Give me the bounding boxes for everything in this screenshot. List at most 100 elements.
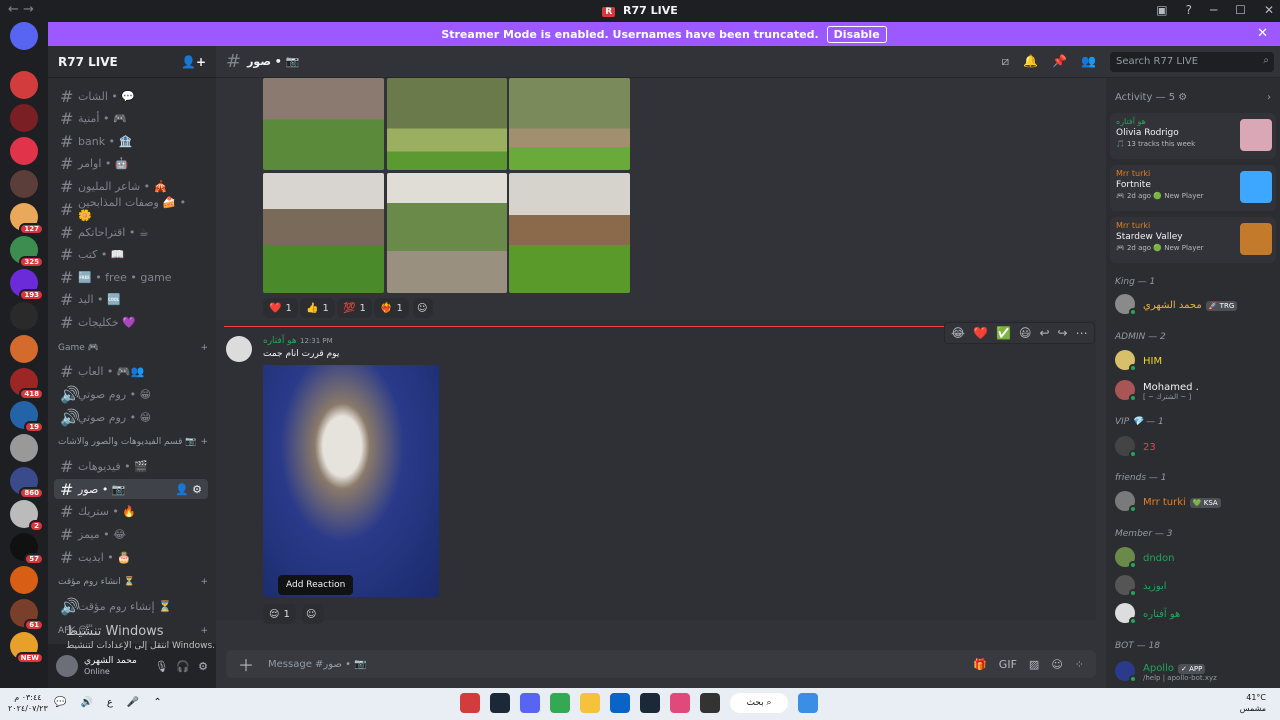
volume-icon[interactable]: 🔊 — [80, 697, 92, 708]
app-icon[interactable] — [460, 693, 480, 713]
server-icon[interactable] — [10, 302, 38, 330]
server-icon[interactable] — [10, 566, 38, 594]
gif-icon[interactable]: GIF — [999, 658, 1017, 671]
sticker-icon[interactable]: ▨ — [1029, 658, 1039, 671]
channel-item[interactable]: # الشات • 💬 — [54, 86, 208, 106]
server-icon[interactable]: NEW — [10, 632, 44, 664]
server-icon[interactable] — [10, 71, 38, 99]
windows-start-icon[interactable] — [798, 693, 818, 713]
message-input[interactable]: Message #صور • 📷 — [268, 659, 367, 670]
channel-item[interactable]: 🔊 إنشاء روم مؤقت ⏳ — [54, 596, 208, 616]
bell-icon[interactable]: 🔔 — [1023, 54, 1038, 69]
channel-settings-icon[interactable]: 👤 ⚙ — [175, 483, 202, 496]
discord-home-icon[interactable] — [10, 22, 38, 50]
language-indicator[interactable]: ع — [107, 697, 113, 708]
member-item[interactable]: Mohamed .[ ~ الشترك ~ ] — [1115, 379, 1199, 402]
channel-item[interactable]: # أمنية • 🎮 — [54, 108, 208, 128]
attachment-image[interactable] — [509, 78, 630, 170]
channel-item[interactable]: # اوامر • 🤖 — [54, 153, 208, 173]
activity-card[interactable]: Mrr turki Stardew Valley 🎮 2d ago 🟢 New Pl… — [1110, 217, 1276, 263]
close-icon[interactable]: ✕ — [1257, 26, 1268, 41]
server-icon[interactable]: 57 — [10, 533, 44, 565]
attachment-image[interactable] — [387, 78, 507, 170]
server-icon[interactable]: 127 — [10, 203, 44, 235]
apps-icon[interactable]: ⁘ — [1075, 658, 1084, 671]
more-icon[interactable]: ⋯ — [1076, 326, 1088, 340]
add-channel-icon[interactable]: + — [200, 577, 208, 587]
add-channel-icon[interactable]: + — [200, 343, 208, 353]
channel-item[interactable]: # وصفات المذابحين 🍰 • 🌼 — [54, 196, 208, 222]
close-window-button[interactable]: ✕ — [1264, 3, 1274, 17]
member-item[interactable]: 23 — [1115, 436, 1156, 458]
chrome-icon[interactable] — [550, 693, 570, 713]
avatar[interactable] — [56, 655, 78, 677]
channel-item[interactable]: # خكليجات 💜 — [54, 312, 208, 332]
channel-item[interactable]: 🔊 روم صوتي • 😁 — [54, 407, 208, 427]
message-author[interactable]: هو آفتاره — [263, 336, 297, 346]
microphone-icon[interactable]: 🎙 — [154, 660, 168, 673]
server-icon[interactable] — [10, 104, 38, 132]
attachment-image[interactable] — [509, 173, 630, 293]
gift-icon[interactable]: 🎁 — [973, 658, 987, 671]
cat-photo-attachment[interactable] — [263, 365, 439, 597]
activity-header[interactable]: Activity — 5 ⚙ › — [1115, 92, 1271, 103]
store-icon[interactable] — [610, 693, 630, 713]
quick-react-heart-icon[interactable]: ❤️ — [973, 326, 988, 340]
maximize-button[interactable]: ☐ — [1235, 3, 1246, 17]
member-item[interactable]: Mrr turki 💚 KSA — [1115, 491, 1221, 513]
add-member-icon[interactable]: 👤+ — [181, 55, 206, 69]
discord-icon[interactable] — [520, 693, 540, 713]
inbox-icon[interactable]: ▣ — [1156, 3, 1167, 17]
plus-icon[interactable]: ＋ — [238, 652, 254, 676]
server-icon[interactable]: 325 — [10, 236, 44, 268]
guild-header[interactable]: R77 LIVE 👤+ — [48, 46, 216, 78]
disable-button[interactable]: Disable — [826, 25, 887, 43]
weather-widget[interactable]: 41°C مشمس — [1240, 692, 1266, 714]
channel-category[interactable]: Game 🎮 + — [58, 343, 208, 353]
member-item[interactable]: محمد الشهري 🚀 TRG — [1115, 294, 1238, 316]
channel-item[interactable]: # اقتراحاتكم • ☕ — [54, 222, 208, 242]
server-icon[interactable]: 860 — [10, 467, 44, 499]
reaction-chip[interactable]: ❤️‍🔥 1 — [374, 298, 409, 318]
search-input[interactable]: Search R77 LIVE ⌕ — [1110, 51, 1274, 72]
server-icon[interactable] — [10, 170, 38, 198]
mic-icon[interactable]: 🎤 — [127, 697, 139, 708]
reply-icon[interactable]: ↩ — [1039, 326, 1049, 340]
clock[interactable]: ٠٣:٤٤ م ٢٠٢٤/٠٧/٢٣ — [8, 692, 48, 714]
channel-item[interactable]: # bank • 🏦 — [54, 131, 208, 151]
forward-icon[interactable]: ↪ — [1058, 326, 1068, 340]
file-explorer-icon[interactable] — [580, 693, 600, 713]
channel-item[interactable]: # العاب • 🎮👥 — [54, 361, 208, 381]
member-item[interactable]: ابوزيد — [1115, 575, 1167, 597]
threads-icon[interactable]: ⧄ — [1002, 54, 1010, 69]
headphones-icon[interactable]: 🎧 — [176, 660, 190, 673]
add-reaction-button[interactable]: ☺ — [413, 298, 433, 318]
channel-category[interactable]: قسم الفيديوهات والصور والاشات 📷 + — [58, 437, 208, 447]
server-icon[interactable]: 2 — [10, 500, 44, 532]
emoji-icon[interactable]: ☺ — [1051, 658, 1062, 671]
channel-item[interactable]: # شاعر المليون • 🎪 — [54, 176, 208, 196]
members-icon[interactable]: 👥 — [1081, 54, 1096, 69]
activity-card[interactable]: هو آفتاره Olivia Rodrigo 🎵 13 tracks this … — [1110, 113, 1276, 159]
terminal-icon[interactable] — [700, 693, 720, 713]
channel-item[interactable]: # صور • 📷 👤 ⚙ — [54, 479, 208, 499]
server-icon[interactable]: 19 — [10, 401, 44, 433]
channel-category[interactable]: انشاء روم مؤقت ⏳ + — [58, 577, 208, 587]
snipping-tool-icon[interactable] — [670, 693, 690, 713]
server-icon[interactable] — [10, 335, 38, 363]
member-item[interactable]: HIM — [1115, 350, 1162, 372]
reaction-chip[interactable]: ❤️ 1 — [263, 298, 298, 318]
reaction-chip[interactable]: 😌 1 — [263, 604, 296, 624]
minimize-button[interactable]: ─ — [1210, 3, 1217, 17]
help-icon[interactable]: ? — [1186, 3, 1192, 17]
channel-item[interactable]: # فيديوهات • 🎬 — [54, 456, 208, 476]
steam-icon[interactable] — [640, 693, 660, 713]
channel-item[interactable]: # ايديت • 🎂 — [54, 547, 208, 567]
channel-item[interactable]: 🔊 روم صوتي • 😁 — [54, 384, 208, 404]
quick-react-laugh-icon[interactable]: 😂 — [951, 326, 965, 340]
channel-item[interactable]: # ميمز • 😂 — [54, 524, 208, 544]
member-item[interactable]: dndon — [1115, 547, 1175, 569]
server-icon[interactable] — [10, 137, 38, 165]
steam-icon[interactable] — [490, 693, 510, 713]
gear-icon[interactable]: ⚙ — [198, 660, 208, 673]
